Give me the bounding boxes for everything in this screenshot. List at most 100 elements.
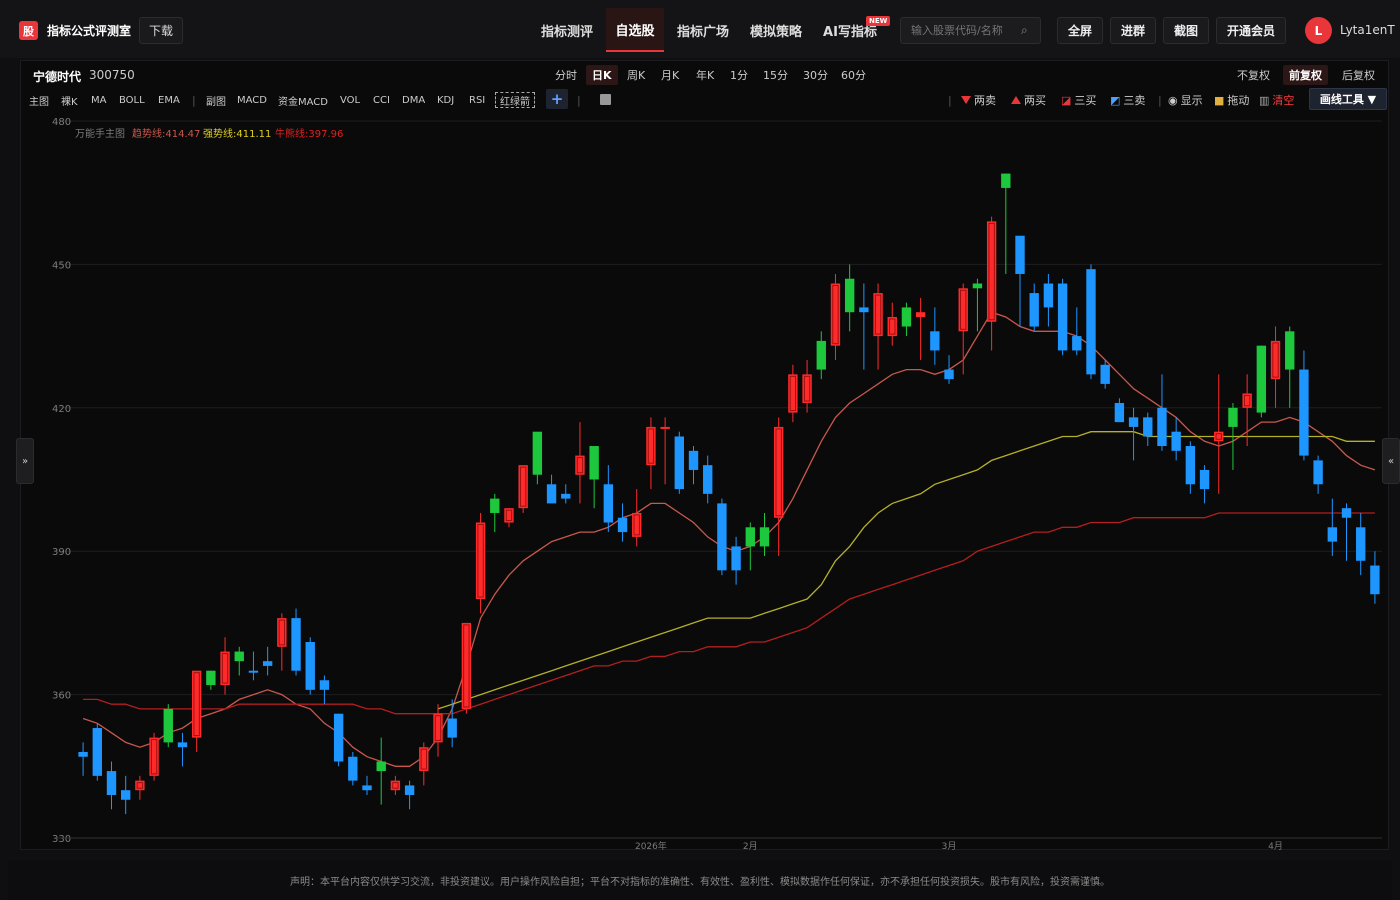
right-panel-toggle[interactable]: «	[1382, 438, 1400, 484]
candle-body	[674, 436, 684, 490]
nav-indicator-review[interactable]: 指标测评	[534, 8, 600, 52]
buy-two-tool[interactable]: 两买	[1011, 92, 1046, 108]
triangle-up-icon	[1011, 96, 1021, 104]
indicator-vol[interactable]: VOL	[340, 92, 360, 108]
candle-body	[575, 455, 585, 475]
candle-body	[660, 426, 670, 429]
candle-body	[447, 718, 457, 738]
candle	[475, 512, 486, 614]
period-daily[interactable]: 日K	[586, 65, 618, 85]
period-60min[interactable]: 60分	[835, 65, 872, 85]
candle-body	[106, 771, 117, 795]
save-icon[interactable]	[600, 94, 611, 105]
buy-three-tool[interactable]: ◪ 三买	[1061, 92, 1096, 108]
left-panel-toggle[interactable]: »	[16, 438, 34, 484]
candle	[944, 355, 954, 384]
adjust-backward[interactable]: 后复权	[1336, 65, 1381, 85]
candle-body	[1228, 407, 1238, 427]
indicator-macd[interactable]: MACD	[237, 92, 267, 108]
candle-body	[1327, 527, 1337, 542]
indicator-ma[interactable]: MA	[91, 92, 106, 108]
user-avatar[interactable]: L	[1305, 17, 1332, 44]
candle	[1199, 465, 1210, 504]
candle	[1185, 441, 1196, 494]
join-group-button[interactable]: 进群	[1110, 17, 1156, 44]
period-15min[interactable]: 15分	[757, 65, 794, 85]
indicator-fund-macd[interactable]: 资金MACD	[278, 92, 328, 108]
candle	[1143, 412, 1153, 447]
candle	[589, 446, 599, 509]
fullscreen-button[interactable]: 全屏	[1057, 17, 1103, 44]
candle-body	[92, 728, 102, 776]
candle-body	[518, 465, 528, 509]
candle-body	[419, 747, 429, 772]
candle-body	[873, 293, 883, 337]
drag-toggle[interactable]: ■ 拖动	[1214, 92, 1249, 108]
candle	[191, 670, 202, 752]
stock-search-input[interactable]	[900, 17, 1041, 44]
candle	[1171, 417, 1181, 461]
candle-body	[1057, 283, 1068, 351]
indicator-dma[interactable]: DMA	[402, 92, 425, 108]
candle-body	[234, 651, 244, 662]
indicator-kdj[interactable]: KDJ	[437, 92, 454, 108]
nav-simulation[interactable]: 模拟策略	[744, 8, 808, 52]
candle	[1356, 512, 1366, 576]
candle-body	[319, 680, 330, 690]
period-intraday[interactable]: 分时	[549, 65, 583, 85]
indicator-sub[interactable]: 副图	[206, 92, 226, 108]
period-yearly[interactable]: 年K	[690, 65, 720, 85]
candle-body	[1214, 431, 1224, 442]
candle	[646, 417, 656, 490]
candle	[348, 751, 358, 786]
candle	[703, 455, 713, 504]
candle	[802, 360, 812, 413]
period-1min[interactable]: 1分	[724, 65, 754, 85]
candle	[1072, 307, 1082, 356]
candle	[915, 297, 926, 360]
x-tick-label: 2026年	[635, 840, 667, 850]
membership-button[interactable]: 开通会员	[1216, 17, 1286, 44]
candlestick-chart[interactable]: 330 360 390 420 450 480 2026年 2月 3月 4月	[20, 112, 1388, 850]
adjust-forward[interactable]: 前复权	[1283, 65, 1328, 85]
adjust-none[interactable]: 不复权	[1231, 65, 1276, 85]
indicator-naked-k[interactable]: 裸K	[61, 92, 78, 108]
username[interactable]: Lyta1enT	[1340, 23, 1395, 37]
candle-body	[1100, 364, 1110, 384]
nav-indicator-square[interactable]: 指标广场	[670, 8, 736, 52]
candle-body	[348, 756, 358, 781]
clear-button[interactable]: ▥ 清空	[1259, 92, 1294, 108]
candle-body	[688, 450, 699, 470]
candle	[333, 713, 344, 767]
indicator-ema[interactable]: EMA	[158, 92, 180, 108]
add-indicator-button[interactable]: +	[546, 89, 568, 109]
nav-ai-indicator[interactable]: AI写指标	[818, 8, 882, 52]
indicator-rsi[interactable]: RSI	[469, 92, 485, 108]
period-30min[interactable]: 30分	[797, 65, 834, 85]
draw-tools-dropdown[interactable]: 画线工具 ▼	[1309, 88, 1387, 110]
indicator-boll[interactable]: BOLL	[119, 92, 145, 108]
search-icon[interactable]: ⌕	[1021, 23, 1028, 38]
indicator-main[interactable]: 主图	[29, 92, 49, 108]
show-toggle[interactable]: ◉ 显示	[1168, 92, 1203, 108]
sell-three-tool[interactable]: ◩ 三卖	[1110, 92, 1145, 108]
candle-body	[1043, 283, 1054, 308]
sell-two-tool[interactable]: 两卖	[961, 92, 996, 108]
indicator-red-green-arrow[interactable]: 红绿箭	[495, 92, 535, 108]
download-button[interactable]: 下载	[139, 17, 183, 44]
period-monthly[interactable]: 月K	[655, 65, 685, 85]
app-title[interactable]: 指标公式评测室	[47, 22, 131, 39]
candle-body	[305, 642, 315, 690]
nav-watchlist[interactable]: 自选股	[606, 8, 664, 52]
candle-body	[617, 517, 628, 533]
indicator-cci[interactable]: CCI	[373, 92, 390, 108]
y-tick-label: 450	[52, 260, 71, 271]
candle	[617, 503, 628, 542]
app-logo[interactable]: 股	[19, 21, 38, 40]
candle-body	[561, 493, 571, 499]
candle-body	[1029, 293, 1039, 327]
candle-body	[490, 498, 500, 513]
candle	[958, 283, 968, 375]
screenshot-button[interactable]: 截图	[1163, 17, 1209, 44]
period-weekly[interactable]: 周K	[621, 65, 651, 85]
